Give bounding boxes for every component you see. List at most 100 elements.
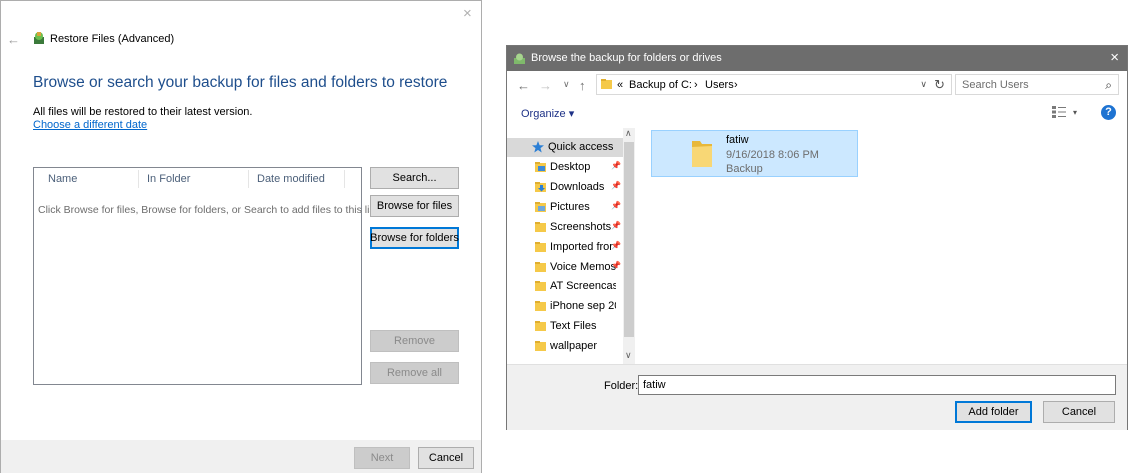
- sidebar-item-label: Downloads: [550, 180, 605, 193]
- breadcrumb-separator[interactable]: ›: [734, 79, 738, 91]
- sidebar-item-quick-access[interactable]: Quick access: [507, 138, 623, 157]
- folder-icon: [535, 281, 546, 292]
- info-text: All files will be restored to their late…: [33, 106, 253, 118]
- sidebar-item-label: Text Files: [550, 320, 597, 333]
- pin-icon: 📌: [611, 260, 621, 270]
- sidebar-item-label: iPhone sep 20, 2(: [550, 300, 616, 313]
- folder-icon: [535, 301, 546, 312]
- breadcrumb-separator[interactable]: ›: [694, 79, 698, 91]
- folder-icon: [601, 79, 612, 89]
- folder-field[interactable]: [638, 375, 1116, 395]
- up-arrow-icon[interactable]: ↑: [579, 78, 586, 93]
- sidebar-item-label: Quick access: [548, 141, 614, 153]
- navigation-pane: Quick access Desktop 📌 Downloads 📌 Pictures 📌 S…: [507, 128, 635, 364]
- desktop-folder-icon: [535, 162, 546, 172]
- view-dropdown-icon[interactable]: ▾: [1073, 108, 1077, 117]
- recent-locations-chevron-icon[interactable]: ∨: [563, 79, 570, 90]
- sidebar-item-voice-memos[interactable]: Voice Memos 📌: [507, 258, 623, 277]
- remove-button[interactable]: Remove: [370, 330, 459, 352]
- window-title: Restore Files (Advanced): [50, 33, 175, 45]
- search-placeholder: Search Users: [962, 79, 1029, 91]
- folder-field-label: Folder:: [604, 380, 639, 392]
- column-header-date-modified[interactable]: Date modified: [257, 173, 325, 185]
- list-empty-hint: Click Browse for files, Browse for folde…: [38, 204, 381, 216]
- scroll-thumb[interactable]: [624, 142, 634, 337]
- back-arrow-icon[interactable]: ←: [517, 78, 530, 93]
- pin-icon: 📌: [611, 240, 621, 250]
- pictures-folder-icon: [535, 201, 546, 212]
- sidebar-item-at-screencasts[interactable]: AT Screencasts: [507, 277, 623, 296]
- sidebar-item-pictures[interactable]: Pictures 📌: [507, 198, 623, 217]
- sidebar-item-label: Desktop: [550, 161, 591, 173]
- search-input[interactable]: Search Users ⌕: [955, 74, 1119, 95]
- forward-arrow-icon[interactable]: →: [539, 78, 552, 93]
- close-icon[interactable]: ×: [1110, 50, 1119, 65]
- backup-app-icon: [34, 32, 44, 44]
- backup-app-icon: [514, 53, 525, 64]
- folder-item-fatiw[interactable]: fatiw 9/16/2018 8:06 PM Backup: [651, 130, 858, 177]
- breadcrumb-backup-of-c[interactable]: Backup of C:: [629, 79, 692, 91]
- column-separator: [248, 170, 249, 188]
- pin-icon: 📌: [611, 200, 621, 210]
- restore-files-window: × ← Restore Files (Advanced) Browse or s…: [0, 0, 482, 473]
- help-icon[interactable]: ?: [1101, 105, 1116, 120]
- column-header-in-folder[interactable]: In Folder: [147, 173, 190, 185]
- search-button[interactable]: Search...: [370, 167, 459, 189]
- folder-name: fatiw: [726, 134, 749, 146]
- nav-pane-scrollbar[interactable]: ∧ ∨: [623, 128, 635, 364]
- browse-folders-dialog: Browse the backup for folders or drives …: [506, 45, 1128, 430]
- folder-icon: [535, 241, 546, 252]
- sidebar-item-downloads[interactable]: Downloads 📌: [507, 178, 623, 197]
- add-folder-button[interactable]: Add folder: [955, 401, 1032, 423]
- address-bar[interactable]: « Backup of C: › Users › ∨ ↻: [596, 74, 952, 95]
- downloads-folder-icon: [535, 181, 546, 192]
- column-separator: [138, 170, 139, 188]
- sidebar-item-wallpaper[interactable]: wallpaper: [507, 337, 623, 356]
- star-icon: [532, 141, 544, 153]
- title-bar: Browse the backup for folders or drives …: [507, 46, 1127, 71]
- folder-icon: [535, 221, 546, 232]
- breadcrumb-users[interactable]: Users: [705, 79, 734, 91]
- breadcrumb-overflow[interactable]: «: [617, 79, 623, 91]
- restore-file-list[interactable]: Name In Folder Date modified Click Brows…: [33, 167, 381, 385]
- browse-files-button[interactable]: Browse for files: [370, 195, 459, 217]
- remove-all-button[interactable]: Remove all: [370, 362, 459, 384]
- close-icon[interactable]: ×: [463, 6, 472, 21]
- folder-icon: [535, 261, 546, 272]
- sidebar-item-label: AT Screencasts: [550, 280, 616, 293]
- sidebar-item-label: Pictures: [550, 200, 590, 213]
- sidebar-item-iphone-sep-20-2[interactable]: iPhone sep 20, 2(: [507, 297, 623, 316]
- back-arrow-icon[interactable]: ←: [7, 32, 20, 47]
- sidebar-item-label: Imported fror: [550, 240, 613, 253]
- folder-date: 9/16/2018 8:06 PM: [726, 149, 819, 161]
- column-separator: [344, 170, 345, 188]
- sidebar-item-text-files[interactable]: Text Files: [507, 317, 623, 336]
- pin-icon: 📌: [611, 220, 621, 230]
- sidebar-item-desktop[interactable]: Desktop 📌: [507, 158, 623, 177]
- pin-icon: 📌: [611, 180, 621, 190]
- scroll-down-icon[interactable]: ∨: [625, 350, 632, 361]
- refresh-icon[interactable]: ↻: [934, 77, 945, 93]
- cancel-button[interactable]: Cancel: [1043, 401, 1115, 423]
- search-icon[interactable]: ⌕: [1105, 78, 1112, 93]
- dialog-title: Browse the backup for folders or drives: [531, 52, 722, 64]
- address-dropdown-icon[interactable]: ∨: [920, 79, 927, 90]
- cancel-button[interactable]: Cancel: [418, 447, 474, 469]
- scroll-up-icon[interactable]: ∧: [625, 128, 632, 139]
- page-title: Browse or search your backup for files a…: [33, 74, 448, 91]
- folder-icon: [535, 321, 546, 332]
- view-options-icon[interactable]: [1052, 106, 1066, 118]
- organize-menu-button[interactable]: Organize ▾: [521, 107, 574, 120]
- dialog-footer: Folder: Add folder Cancel: [507, 364, 1127, 430]
- sidebar-item-screenshots[interactable]: Screenshots 📌: [507, 218, 623, 237]
- pin-icon: 📌: [611, 161, 621, 170]
- sidebar-item-imported-fror[interactable]: Imported fror 📌: [507, 238, 623, 257]
- column-header-name[interactable]: Name: [48, 173, 77, 185]
- folder-icon: [535, 341, 546, 352]
- next-button[interactable]: Next: [354, 447, 410, 469]
- sidebar-item-label: Screenshots: [550, 220, 612, 233]
- folder-type: Backup: [726, 163, 763, 175]
- browse-folders-button[interactable]: Browse for folders: [370, 227, 459, 249]
- list-header: Name In Folder Date modified: [34, 168, 361, 190]
- choose-date-link[interactable]: Choose a different date: [33, 119, 147, 131]
